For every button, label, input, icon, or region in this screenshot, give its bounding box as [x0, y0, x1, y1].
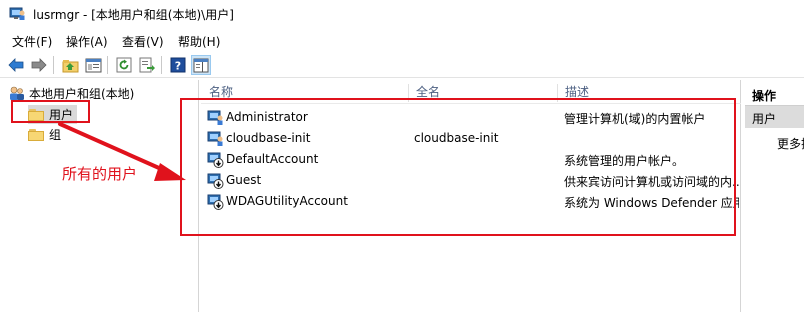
users-app-icon [9, 7, 25, 20]
annotation-label: 所有的用户 [62, 165, 138, 183]
toolbar: ? [0, 51, 804, 78]
more-actions-link[interactable]: 更多操作 [777, 135, 804, 152]
actions-pane: 操作 用户 更多操作 [745, 80, 804, 312]
annotation-highlight-users-node [11, 100, 90, 123]
users-group-icon [10, 86, 24, 100]
svg-text:?: ? [175, 60, 181, 73]
tree-item-groups[interactable]: 组 [28, 126, 61, 143]
back-arrow-icon[interactable] [6, 55, 26, 75]
window-title: lusrmgr - [本地用户和组(本地)\用户] [33, 8, 234, 22]
help-icon[interactable]: ? [168, 55, 188, 75]
up-folder-icon[interactable] [60, 55, 80, 75]
actions-header: 操作 [745, 84, 804, 106]
menu-bar: 文件(F) 操作(A) 查看(V) 帮助(H) [0, 30, 804, 50]
action-pane-icon[interactable] [191, 55, 211, 75]
forward-arrow-icon[interactable] [29, 55, 49, 75]
show-hide-tree-icon[interactable] [83, 55, 103, 75]
title-bar: lusrmgr - [本地用户和组(本地)\用户] [0, 0, 804, 28]
menu-view[interactable]: 查看(V) [122, 33, 164, 50]
actions-section-users[interactable]: 用户 [745, 106, 804, 128]
tree-item-label: 组 [49, 128, 62, 142]
export-list-icon[interactable] [137, 55, 157, 75]
annotation-highlight-user-list [180, 98, 736, 236]
menu-help[interactable]: 帮助(H) [178, 33, 220, 50]
menu-file[interactable]: 文件(F) [12, 33, 52, 50]
folder-icon [28, 128, 44, 141]
refresh-icon[interactable] [114, 55, 134, 75]
menu-action[interactable]: 操作(A) [66, 33, 108, 50]
